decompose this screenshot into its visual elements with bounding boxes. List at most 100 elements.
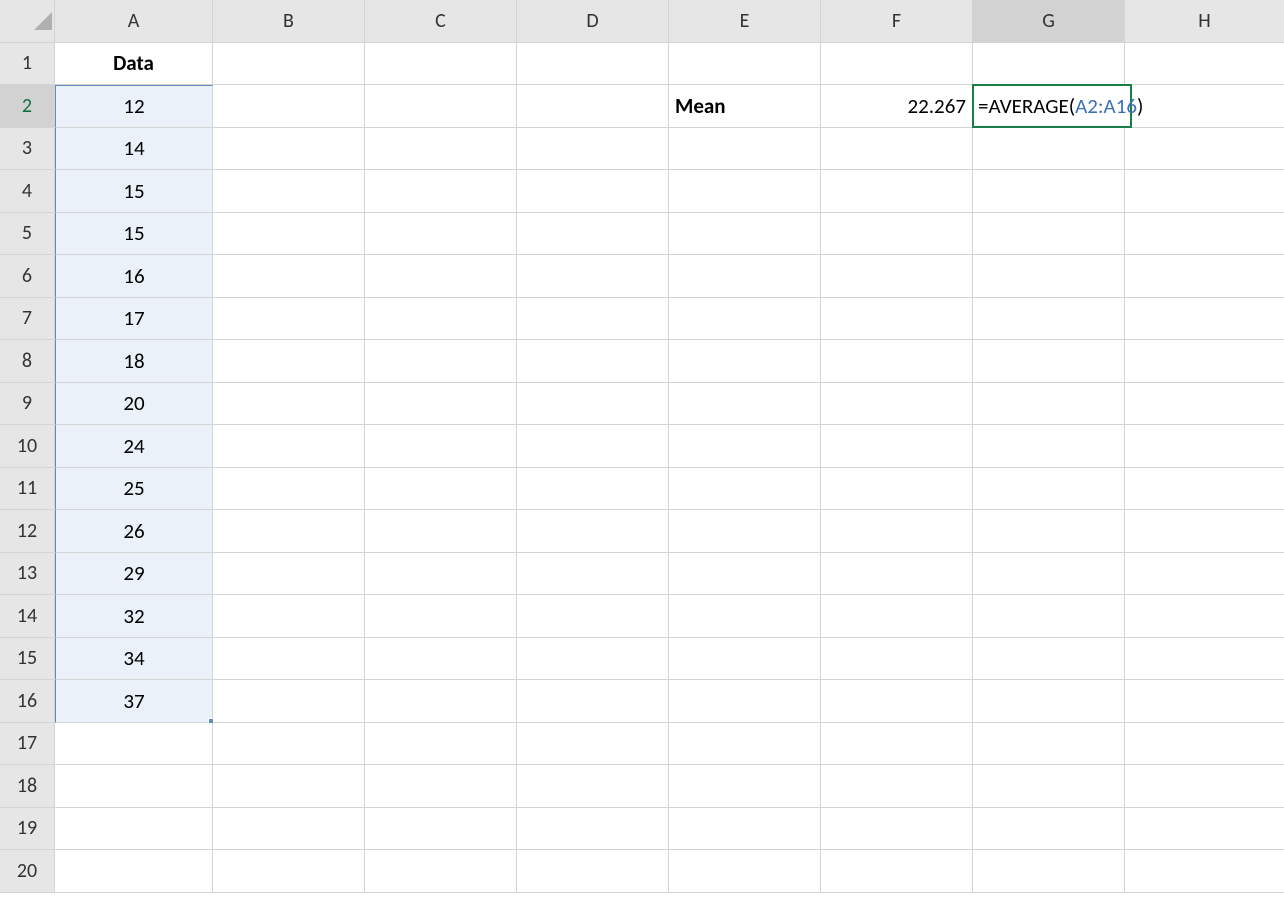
row-header-4[interactable]: 4 bbox=[0, 170, 55, 213]
cell-C12[interactable] bbox=[365, 510, 517, 553]
cell-F11[interactable] bbox=[821, 468, 973, 511]
cell-C4[interactable] bbox=[365, 170, 517, 213]
cell-E3[interactable] bbox=[669, 128, 821, 171]
cell-G10[interactable] bbox=[973, 425, 1125, 468]
cell-F2[interactable]: 22.267 bbox=[821, 85, 973, 128]
cell-D2[interactable] bbox=[517, 85, 669, 128]
cell-B5[interactable] bbox=[213, 213, 365, 256]
cell-A17[interactable] bbox=[55, 723, 213, 766]
cell-G9[interactable] bbox=[973, 383, 1125, 426]
cell-G16[interactable] bbox=[973, 680, 1125, 723]
row-header-16[interactable]: 16 bbox=[0, 680, 55, 723]
cell-A7[interactable]: 17 bbox=[55, 298, 213, 341]
row-header-19[interactable]: 19 bbox=[0, 808, 55, 851]
cell-A12[interactable]: 26 bbox=[55, 510, 213, 553]
cell-C15[interactable] bbox=[365, 638, 517, 681]
cell-E1[interactable] bbox=[669, 43, 821, 86]
cell-A13[interactable]: 29 bbox=[55, 553, 213, 596]
cell-F15[interactable] bbox=[821, 638, 973, 681]
cell-F17[interactable] bbox=[821, 723, 973, 766]
cell-H6[interactable] bbox=[1125, 255, 1284, 298]
cell-D6[interactable] bbox=[517, 255, 669, 298]
row-header-17[interactable]: 17 bbox=[0, 723, 55, 766]
cell-F4[interactable] bbox=[821, 170, 973, 213]
cell-H14[interactable] bbox=[1125, 595, 1284, 638]
row-header-7[interactable]: 7 bbox=[0, 298, 55, 341]
cell-E9[interactable] bbox=[669, 383, 821, 426]
cell-C9[interactable] bbox=[365, 383, 517, 426]
col-header-D[interactable]: D bbox=[517, 0, 669, 43]
cell-D12[interactable] bbox=[517, 510, 669, 553]
cell-G14[interactable] bbox=[973, 595, 1125, 638]
col-header-B[interactable]: B bbox=[213, 0, 365, 43]
cell-A11[interactable]: 25 bbox=[55, 468, 213, 511]
cell-E15[interactable] bbox=[669, 638, 821, 681]
cell-F1[interactable] bbox=[821, 43, 973, 86]
cell-B7[interactable] bbox=[213, 298, 365, 341]
cell-F12[interactable] bbox=[821, 510, 973, 553]
cell-A3[interactable]: 14 bbox=[55, 128, 213, 171]
cell-D17[interactable] bbox=[517, 723, 669, 766]
cell-A2[interactable]: 12 bbox=[55, 85, 213, 128]
col-header-G[interactable]: G bbox=[973, 0, 1125, 43]
cell-C14[interactable] bbox=[365, 595, 517, 638]
cell-F3[interactable] bbox=[821, 128, 973, 171]
cell-B12[interactable] bbox=[213, 510, 365, 553]
cell-C3[interactable] bbox=[365, 128, 517, 171]
cell-A14[interactable]: 32 bbox=[55, 595, 213, 638]
cell-F5[interactable] bbox=[821, 213, 973, 256]
row-header-10[interactable]: 10 bbox=[0, 425, 55, 468]
cell-F18[interactable] bbox=[821, 765, 973, 808]
cell-G8[interactable] bbox=[973, 340, 1125, 383]
cell-D18[interactable] bbox=[517, 765, 669, 808]
cell-D13[interactable] bbox=[517, 553, 669, 596]
cell-G1[interactable] bbox=[973, 43, 1125, 86]
cell-A10[interactable]: 24 bbox=[55, 425, 213, 468]
row-header-14[interactable]: 14 bbox=[0, 595, 55, 638]
cell-E19[interactable] bbox=[669, 808, 821, 851]
cell-F6[interactable] bbox=[821, 255, 973, 298]
cell-H18[interactable] bbox=[1125, 765, 1284, 808]
cell-E12[interactable] bbox=[669, 510, 821, 553]
cell-A4[interactable]: 15 bbox=[55, 170, 213, 213]
cell-H15[interactable] bbox=[1125, 638, 1284, 681]
cell-A5[interactable]: 15 bbox=[55, 213, 213, 256]
cell-D5[interactable] bbox=[517, 213, 669, 256]
cell-G11[interactable] bbox=[973, 468, 1125, 511]
cell-D3[interactable] bbox=[517, 128, 669, 171]
cell-C16[interactable] bbox=[365, 680, 517, 723]
cell-F16[interactable] bbox=[821, 680, 973, 723]
cell-B3[interactable] bbox=[213, 128, 365, 171]
cell-A6[interactable]: 16 bbox=[55, 255, 213, 298]
col-header-E[interactable]: E bbox=[669, 0, 821, 43]
cell-C1[interactable] bbox=[365, 43, 517, 86]
cell-G12[interactable] bbox=[973, 510, 1125, 553]
col-header-C[interactable]: C bbox=[365, 0, 517, 43]
cell-F20[interactable] bbox=[821, 850, 973, 893]
cell-H5[interactable] bbox=[1125, 213, 1284, 256]
cell-H12[interactable] bbox=[1125, 510, 1284, 553]
cell-H3[interactable] bbox=[1125, 128, 1284, 171]
cell-G17[interactable] bbox=[973, 723, 1125, 766]
cell-D8[interactable] bbox=[517, 340, 669, 383]
cell-F19[interactable] bbox=[821, 808, 973, 851]
cell-A16[interactable]: 37 bbox=[55, 680, 213, 723]
cell-G7[interactable] bbox=[973, 298, 1125, 341]
cell-H1[interactable] bbox=[1125, 43, 1284, 86]
cell-B8[interactable] bbox=[213, 340, 365, 383]
cell-A8[interactable]: 18 bbox=[55, 340, 213, 383]
row-header-8[interactable]: 8 bbox=[0, 340, 55, 383]
cell-H17[interactable] bbox=[1125, 723, 1284, 766]
cell-B18[interactable] bbox=[213, 765, 365, 808]
cell-H2[interactable] bbox=[1125, 85, 1284, 128]
cell-E5[interactable] bbox=[669, 213, 821, 256]
cell-D4[interactable] bbox=[517, 170, 669, 213]
col-header-A[interactable]: A bbox=[55, 0, 213, 43]
cell-B13[interactable] bbox=[213, 553, 365, 596]
cell-G2-formula-editing[interactable]: =AVERAGE(A2:A16) bbox=[973, 85, 1125, 128]
cell-F8[interactable] bbox=[821, 340, 973, 383]
cell-E10[interactable] bbox=[669, 425, 821, 468]
cell-C20[interactable] bbox=[365, 850, 517, 893]
cell-G20[interactable] bbox=[973, 850, 1125, 893]
cell-A20[interactable] bbox=[55, 850, 213, 893]
